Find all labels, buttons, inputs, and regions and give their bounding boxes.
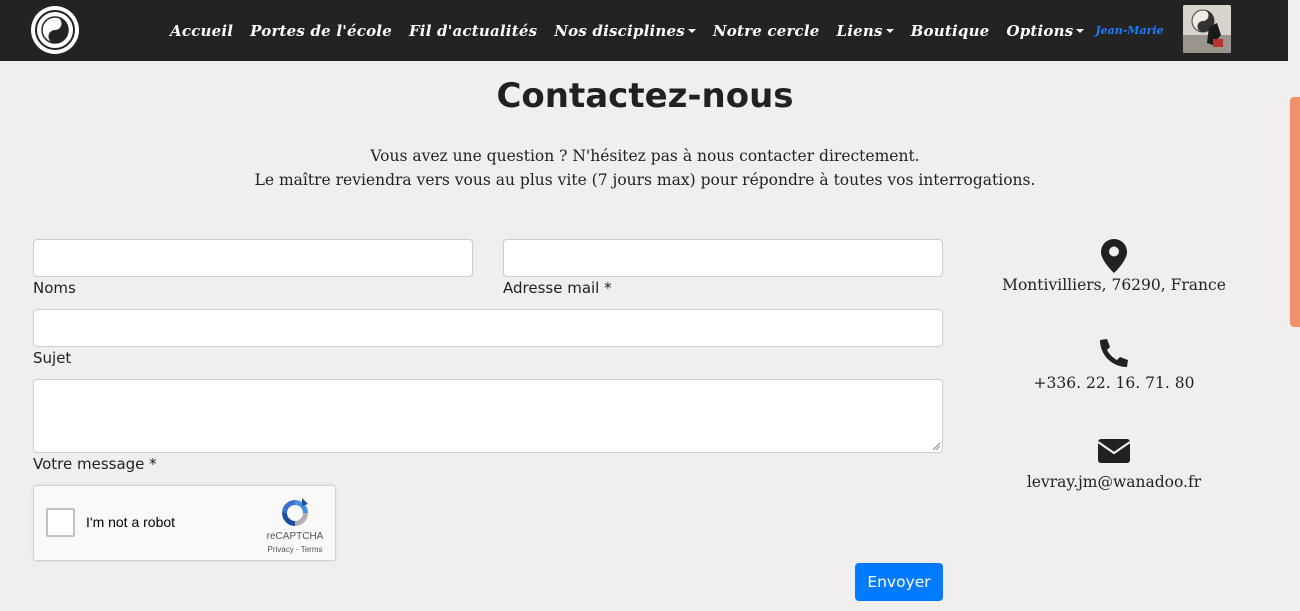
nav-item-accueil[interactable]: Accueil	[170, 22, 233, 40]
nav-item-cercle[interactable]: Notre cercle	[713, 22, 820, 40]
nav-item-liens[interactable]: Liens	[837, 22, 894, 40]
recaptcha-checkbox[interactable]	[46, 508, 75, 537]
phone-text: +336. 22. 16. 71. 80	[1033, 374, 1195, 392]
subject-input[interactable]	[33, 309, 943, 347]
caret-down-icon	[1076, 28, 1085, 33]
recaptcha-brand: reCAPTCHA	[266, 531, 324, 542]
intro-line-1: Vous avez une question ? N'hésitez pas à…	[370, 147, 920, 165]
intro-text: Vous avez une question ? N'hésitez pas à…	[0, 144, 1290, 192]
nav-item-disciplines[interactable]: Nos disciplines	[554, 22, 696, 40]
nav-item-actualites[interactable]: Fil d'actualités	[409, 22, 537, 40]
caret-down-icon	[885, 28, 894, 33]
logo-icon[interactable]	[31, 6, 79, 54]
message-label: Votre message *	[33, 455, 157, 473]
recaptcha-links[interactable]: Privacy - Terms	[256, 545, 334, 554]
nav-item-portes[interactable]: Portes de l'école	[250, 22, 392, 40]
subject-label: Sujet	[33, 349, 72, 367]
scrollbar-thumb[interactable]	[1290, 97, 1300, 327]
name-input[interactable]	[33, 239, 473, 277]
email-input[interactable]	[503, 239, 943, 277]
caret-down-icon	[687, 28, 696, 33]
resize-handle-icon[interactable]	[932, 442, 940, 450]
envelope-icon	[1097, 439, 1131, 463]
nav-item-boutique[interactable]: Boutique	[911, 22, 990, 40]
recaptcha-widget: I'm not a robot reCAPTCHA Privacy - Term…	[33, 485, 336, 561]
send-button[interactable]: Envoyer	[855, 563, 943, 601]
nav-item-options[interactable]: Options	[1006, 22, 1085, 40]
navbar: Accueil Portes de l'école Fil d'actualit…	[0, 0, 1288, 61]
map-marker-icon	[1101, 239, 1127, 273]
avatar[interactable]	[1183, 5, 1231, 53]
phone-icon	[1100, 339, 1128, 367]
email-text[interactable]: levray.jm@wanadoo.fr	[950, 473, 1278, 491]
recaptcha-icon	[282, 498, 308, 526]
intro-line-2: Le maître reviendra vers vous au plus vi…	[254, 171, 1036, 189]
nav-menu: Accueil Portes de l'école Fil d'actualit…	[170, 0, 1164, 61]
name-label: Noms	[33, 279, 76, 297]
message-textarea[interactable]	[33, 379, 943, 453]
user-name-link[interactable]: Jean-Marie	[1095, 24, 1163, 37]
page-title: Contactez-nous	[496, 76, 794, 116]
email-label: Adresse mail *	[503, 279, 612, 297]
recaptcha-label: I'm not a robot	[86, 514, 176, 530]
address-text: Montivilliers, 76290, France	[1002, 276, 1226, 294]
